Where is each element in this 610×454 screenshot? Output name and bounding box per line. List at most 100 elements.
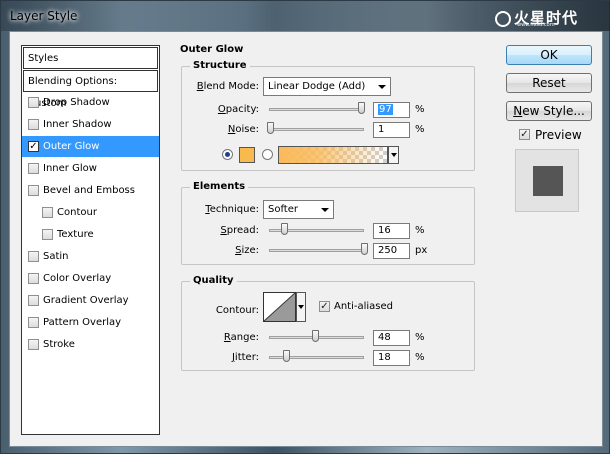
style-item-label: Inner Shadow bbox=[43, 119, 112, 130]
jitter-label: Jitter: bbox=[231, 352, 259, 363]
structure-group: Structure Blend Mode: Linear Dodge (Add)… bbox=[181, 60, 475, 171]
spread-input[interactable]: 16 bbox=[373, 223, 410, 239]
reset-button[interactable]: Reset bbox=[506, 73, 592, 93]
opacity-slider[interactable] bbox=[269, 108, 364, 111]
quality-group: Quality Contour: ✓ Anti-aliased Range: 4… bbox=[181, 275, 475, 371]
blend-mode-value: Linear Dodge (Add) bbox=[268, 81, 366, 92]
preview-label: Preview bbox=[535, 128, 582, 142]
style-checkbox[interactable] bbox=[28, 185, 39, 196]
technique-select[interactable]: Softer bbox=[263, 200, 334, 219]
style-checkbox[interactable] bbox=[28, 317, 39, 328]
size-unit: px bbox=[415, 245, 428, 256]
style-item-stroke[interactable]: Stroke bbox=[22, 334, 159, 356]
glow-gradient-picker[interactable] bbox=[278, 146, 388, 164]
glow-color-swatch[interactable] bbox=[239, 147, 255, 163]
contour-curve-icon bbox=[263, 292, 296, 322]
new-style-button[interactable]: New Style... bbox=[506, 101, 592, 121]
blend-mode-label: Blend Mode: bbox=[196, 81, 259, 92]
range-slider-thumb[interactable] bbox=[311, 330, 319, 342]
contour-picker[interactable] bbox=[263, 292, 296, 322]
ok-button[interactable]: OK bbox=[506, 45, 592, 65]
size-value: 250 bbox=[378, 245, 398, 256]
style-item-contour[interactable]: Contour bbox=[22, 202, 159, 224]
style-item-pattern-overlay[interactable]: Pattern Overlay bbox=[22, 312, 159, 334]
style-item-texture[interactable]: Texture bbox=[22, 224, 159, 246]
style-checkbox[interactable] bbox=[28, 163, 39, 174]
logo-icon bbox=[495, 10, 511, 27]
style-item-drop-shadow[interactable]: Drop Shadow bbox=[22, 92, 159, 114]
style-item-color-overlay[interactable]: Color Overlay bbox=[22, 268, 159, 290]
style-item-label: Inner Glow bbox=[43, 163, 97, 174]
style-checkbox[interactable] bbox=[28, 97, 39, 108]
spread-slider-thumb[interactable] bbox=[281, 223, 289, 235]
range-label: Range: bbox=[223, 332, 259, 343]
anti-aliased-label: Anti-aliased bbox=[334, 301, 394, 312]
title-bar: Layer Style 火星时代 www.hxsd.com bbox=[1, 1, 610, 31]
style-item-inner-glow[interactable]: Inner Glow bbox=[22, 158, 159, 180]
style-checkbox[interactable] bbox=[42, 207, 53, 218]
blending-options-item[interactable]: Blending Options: Custom bbox=[23, 70, 158, 109]
size-label: Size: bbox=[235, 245, 259, 256]
style-items: Drop Shadow Inner Shadow ✓ Outer Glow Inner … bbox=[22, 92, 159, 356]
style-checkbox[interactable] bbox=[42, 229, 53, 240]
window-title: Layer Style bbox=[10, 9, 78, 23]
noise-value: 1 bbox=[378, 124, 385, 135]
style-item-satin[interactable]: Satin bbox=[22, 246, 159, 268]
style-item-inner-shadow[interactable]: Inner Shadow bbox=[22, 114, 159, 136]
size-input[interactable]: 250 bbox=[373, 243, 410, 259]
preview-thumbnail bbox=[533, 166, 563, 196]
style-item-label: Contour bbox=[57, 207, 97, 218]
chevron-down-icon bbox=[321, 208, 329, 212]
anti-aliased-checkbox[interactable]: ✓ bbox=[319, 301, 330, 312]
style-item-gradient-overlay[interactable]: Gradient Overlay bbox=[22, 290, 159, 312]
spread-unit: % bbox=[415, 225, 425, 236]
range-unit: % bbox=[415, 332, 425, 343]
gradient-radio[interactable] bbox=[262, 149, 273, 160]
opacity-unit: % bbox=[415, 104, 425, 115]
style-item-outer-glow[interactable]: ✓ Outer Glow bbox=[22, 136, 159, 158]
style-checkbox[interactable] bbox=[28, 295, 39, 306]
size-slider[interactable] bbox=[269, 249, 364, 252]
elements-title: Elements bbox=[190, 181, 249, 192]
style-checkbox[interactable] bbox=[28, 251, 39, 262]
style-checkbox[interactable]: ✓ bbox=[28, 141, 39, 152]
style-item-label: Outer Glow bbox=[43, 141, 100, 152]
style-checkbox[interactable] bbox=[28, 119, 39, 130]
preview-checkbox[interactable]: ✓ bbox=[519, 129, 530, 140]
jitter-input[interactable]: 18 bbox=[373, 350, 410, 366]
noise-slider[interactable] bbox=[269, 128, 364, 131]
style-item-label: Satin bbox=[43, 251, 69, 262]
technique-value: Softer bbox=[268, 204, 298, 215]
style-item-label: Drop Shadow bbox=[43, 97, 110, 108]
color-radio[interactable] bbox=[222, 149, 233, 160]
opacity-slider-thumb[interactable] bbox=[358, 102, 366, 114]
style-item-label: Gradient Overlay bbox=[43, 295, 129, 306]
elements-group: Elements Technique: Softer Spread: 16 % … bbox=[181, 181, 475, 265]
jitter-slider-thumb[interactable] bbox=[283, 350, 291, 362]
structure-title: Structure bbox=[190, 60, 250, 71]
style-item-label: Stroke bbox=[43, 339, 75, 350]
style-checkbox[interactable] bbox=[28, 339, 39, 350]
watermark-logo: 火星时代 www.hxsd.com bbox=[495, 7, 605, 29]
style-item-label: Texture bbox=[57, 229, 94, 240]
opacity-input[interactable]: 97 bbox=[373, 102, 410, 118]
style-item-bevel-and-emboss[interactable]: Bevel and Emboss bbox=[22, 180, 159, 202]
outer-glow-title: Outer Glow bbox=[177, 44, 247, 55]
logo-subtext: www.hxsd.com bbox=[517, 22, 555, 28]
jitter-value: 18 bbox=[378, 352, 391, 363]
dialog-body: Styles Blending Options: Custom Drop Sha… bbox=[9, 31, 603, 447]
gradient-dropdown-button[interactable] bbox=[388, 146, 399, 164]
size-slider-thumb[interactable] bbox=[361, 243, 368, 255]
quality-title: Quality bbox=[190, 275, 237, 286]
noise-input[interactable]: 1 bbox=[373, 122, 410, 138]
noise-label: Noise: bbox=[227, 124, 259, 135]
styles-header[interactable]: Styles bbox=[23, 47, 158, 69]
range-input[interactable]: 48 bbox=[373, 330, 410, 346]
opacity-value: 97 bbox=[378, 104, 393, 115]
contour-dropdown-button[interactable] bbox=[296, 292, 306, 322]
range-value: 48 bbox=[378, 332, 391, 343]
blend-mode-select[interactable]: Linear Dodge (Add) bbox=[263, 77, 391, 96]
noise-slider-thumb[interactable] bbox=[266, 122, 274, 134]
style-checkbox[interactable] bbox=[28, 273, 39, 284]
style-item-label: Color Overlay bbox=[43, 273, 112, 284]
